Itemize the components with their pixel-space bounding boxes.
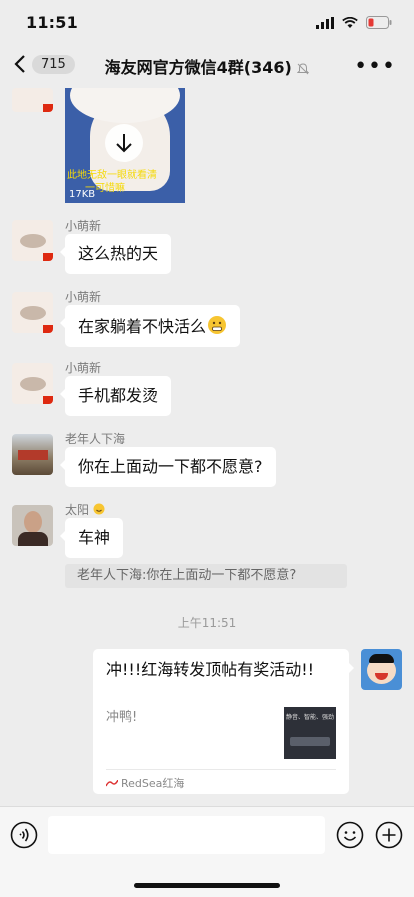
file-size-label: 17KB: [69, 189, 96, 200]
status-bar: 11:51: [0, 0, 414, 44]
flag-icon: [43, 396, 53, 404]
flag-icon: [43, 325, 53, 333]
wifi-icon: [342, 16, 358, 28]
redsea-logo-icon: [105, 779, 119, 787]
link-card[interactable]: 冲!!!红海转发顶帖有奖活动!! 冲鸭! 静音、智能、强劲 RedSea红海: [93, 649, 354, 794]
cartoon-hair: [369, 654, 394, 663]
smile-emoji-icon: [93, 503, 105, 515]
chat-title: 海友网官方微信4群(346): [0, 54, 414, 78]
message-bubble[interactable]: 你在上面动一下都不愿意?: [60, 447, 276, 487]
message-text: 在家躺着不快活么: [78, 317, 207, 336]
battery-icon: [366, 16, 392, 29]
avatar[interactable]: [12, 220, 53, 261]
message-timestamp: 上午11:51: [177, 616, 237, 630]
quoted-message[interactable]: 老年人下海:你在上面动一下都不愿意?: [65, 564, 347, 588]
message-bubble[interactable]: 手机都发烫: [59, 376, 172, 416]
avatar[interactable]: [12, 505, 53, 546]
status-icons: [316, 16, 392, 29]
image-message[interactable]: 此地无敌一眼就看清 一可惜嘛 17KB: [65, 88, 185, 203]
cat-figure: [20, 377, 46, 391]
card-thumbnail: 静音、智能、强劲: [284, 707, 336, 759]
message-bubble[interactable]: 这么热的天: [59, 234, 172, 274]
download-arrow-icon: [116, 134, 132, 153]
emoji-icon[interactable]: [336, 821, 364, 849]
grimace-emoji-icon: [208, 316, 227, 334]
sender-name: 小萌新: [65, 290, 102, 304]
home-indicator: [134, 883, 280, 888]
flag-icon: [43, 253, 53, 261]
sender-name: 小萌新: [65, 361, 102, 375]
cat-figure: [20, 234, 46, 248]
chat-navbar: 715 海友网官方微信4群(346) •••: [0, 44, 414, 90]
cat-figure: [20, 306, 46, 320]
divider: [106, 769, 336, 770]
message-bubble[interactable]: 在家躺着不快活么: [59, 305, 241, 347]
message-input[interactable]: [48, 816, 325, 854]
person-body: [18, 532, 48, 546]
download-button[interactable]: [105, 124, 143, 162]
flag-icon: [43, 104, 53, 112]
thumbnail-text: 静音、智能、强劲: [286, 714, 335, 721]
mute-bell-icon: [297, 62, 310, 74]
status-time: 11:51: [26, 13, 78, 32]
sender-name: 小萌新: [65, 219, 102, 233]
voice-icon[interactable]: [10, 821, 38, 849]
person-head: [24, 511, 42, 533]
message-bubble[interactable]: 车神: [59, 518, 124, 558]
crane-shape: [18, 450, 48, 460]
sender-name: 老年人下海: [65, 432, 126, 446]
avatar[interactable]: [12, 292, 53, 333]
product-shape: [290, 737, 330, 746]
avatar[interactable]: [12, 363, 53, 404]
plus-icon[interactable]: [375, 821, 403, 849]
card-description: 冲鸭!: [106, 710, 138, 725]
card-source: RedSea红海: [105, 775, 184, 791]
my-avatar[interactable]: [361, 649, 402, 690]
sender-name: 太阳: [65, 501, 105, 518]
avatar[interactable]: [12, 88, 53, 112]
more-options-button[interactable]: •••: [354, 54, 396, 79]
avatar[interactable]: [12, 434, 53, 475]
card-title: 冲!!!红海转发顶帖有奖活动!!: [106, 660, 315, 679]
signal-icon: [316, 16, 334, 29]
